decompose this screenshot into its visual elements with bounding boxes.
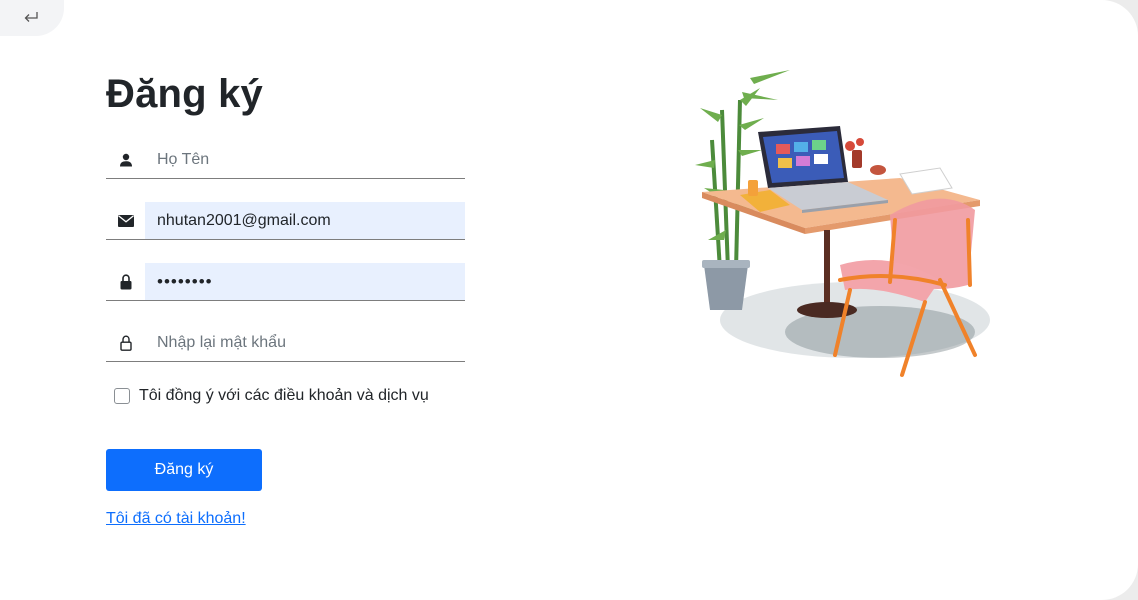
name-field — [106, 141, 465, 179]
name-input[interactable] — [145, 141, 465, 178]
lock-outline-icon — [106, 324, 145, 361]
envelope-icon — [106, 202, 145, 239]
confirm-password-input[interactable] — [145, 324, 465, 361]
agree-checkbox[interactable] — [114, 388, 130, 404]
password-input[interactable] — [145, 263, 465, 300]
password-field — [106, 263, 465, 301]
user-icon — [106, 141, 145, 178]
agree-label[interactable]: Tôi đồng ý với các điều khoản và dịch vụ — [139, 387, 429, 405]
email-input[interactable] — [145, 202, 465, 239]
register-button[interactable]: Đăng ký — [106, 449, 262, 491]
login-link[interactable]: Tôi đã có tài khoản! — [106, 510, 246, 528]
return-arrow-icon — [24, 12, 38, 22]
page-title: Đăng ký — [106, 72, 264, 116]
back-button[interactable] — [0, 0, 64, 36]
lock-filled-icon — [106, 263, 145, 300]
confirm-password-field — [106, 324, 465, 362]
desk-illustration — [695, 70, 990, 377]
agree-row: Tôi đồng ý với các điều khoản và dịch vụ — [114, 387, 429, 405]
register-card: Đăng ký Họ Tên nhutan2001@gmail.com ••••… — [0, 0, 1138, 600]
email-field — [106, 202, 465, 240]
